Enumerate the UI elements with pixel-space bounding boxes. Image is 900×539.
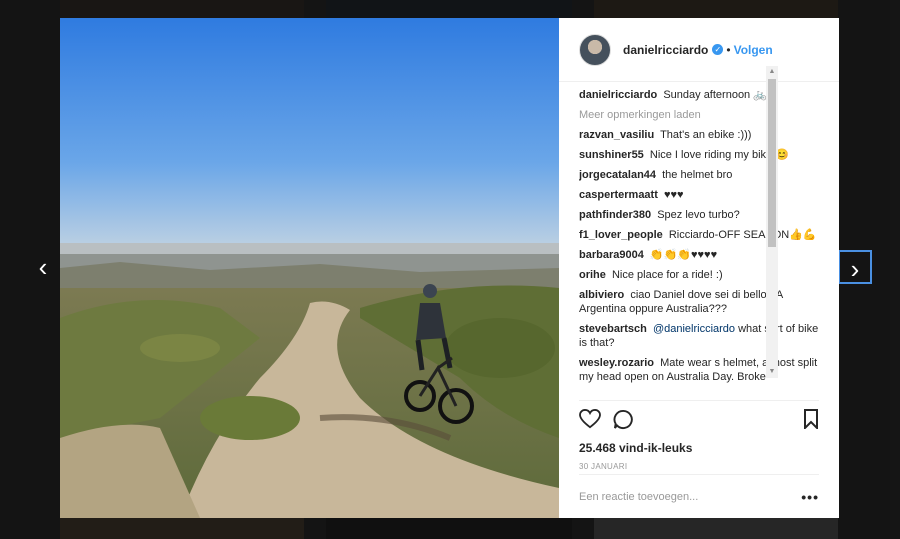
comments-list[interactable]: danielricciardo Sunday afternoon 🚲 Meer … bbox=[579, 88, 825, 400]
comment-username[interactable]: caspertermaatt bbox=[579, 189, 658, 201]
comment-username[interactable]: sunshiner55 bbox=[579, 149, 644, 161]
comment-item: pathfinder380 Spez levo turbo? bbox=[579, 208, 825, 222]
comment-username[interactable]: wesley.rozario bbox=[579, 357, 654, 369]
post-date: 30 JANUARI bbox=[579, 462, 628, 471]
comment-mention-link[interactable]: @danielricciardo bbox=[653, 323, 735, 335]
comment-item: caspertermaatt ♥♥♥ bbox=[579, 188, 825, 202]
comment-item: jorgecatalan44 the helmet bro bbox=[579, 168, 825, 182]
comments-scrollbar[interactable]: ▲ ▼ bbox=[766, 66, 778, 378]
add-comment-bar: ••• bbox=[579, 474, 819, 518]
post-modal: danielricciardo ✓ • Volgen danielricciar… bbox=[60, 18, 839, 518]
bookmark-icon[interactable] bbox=[803, 409, 819, 434]
load-more-comments-button[interactable]: Meer opmerkingen laden bbox=[579, 108, 825, 122]
likes-count[interactable]: 25.468 vind-ik-leuks bbox=[579, 441, 819, 455]
comment-item: orihe Nice place for a ride! :) bbox=[579, 268, 825, 282]
comment-item: f1_lover_people Ricciardo-OFF SEASON👍💪 bbox=[579, 228, 825, 242]
action-icons bbox=[579, 407, 819, 437]
comment-text: 👏👏👏♥♥♥♥ bbox=[649, 249, 718, 261]
more-options-icon[interactable]: ••• bbox=[801, 489, 819, 505]
heart-outline-icon[interactable] bbox=[579, 408, 601, 434]
scroll-up-arrow-icon[interactable]: ▲ bbox=[766, 66, 778, 78]
speech-bubble-icon[interactable] bbox=[613, 409, 634, 435]
comment-text: Spez levo turbo? bbox=[657, 209, 740, 221]
post-author-username[interactable]: danielricciardo bbox=[623, 43, 708, 57]
comment-username[interactable]: albiviero bbox=[579, 289, 624, 301]
post-photo[interactable] bbox=[60, 18, 559, 518]
chevron-right-icon: › bbox=[850, 254, 860, 284]
caption-username[interactable]: danielricciardo bbox=[579, 89, 657, 101]
comment-item: razvan_vasiliu That's an ebike :))) bbox=[579, 128, 825, 142]
comment-item: wesley.rozario Mate wear s helmet, almos… bbox=[579, 356, 825, 384]
comment-username[interactable]: barbara9004 bbox=[579, 249, 644, 261]
caption: danielricciardo Sunday afternoon 🚲 bbox=[579, 88, 825, 102]
comment-username[interactable]: f1_lover_people bbox=[579, 229, 663, 241]
separator-dot: • bbox=[726, 42, 731, 57]
comment-item: sunshiner55 Nice I love riding my bike 😊 bbox=[579, 148, 825, 162]
post-sidebar: danielricciardo ✓ • Volgen danielricciar… bbox=[559, 18, 839, 518]
avatar[interactable] bbox=[579, 33, 611, 66]
comment-text: ♥♥♥ bbox=[663, 189, 684, 201]
comment-username[interactable]: razvan_vasiliu bbox=[579, 129, 654, 141]
comment-item: barbara9004 👏👏👏♥♥♥♥ bbox=[579, 248, 825, 262]
scrollbar-thumb[interactable] bbox=[768, 79, 776, 247]
follow-button[interactable]: Volgen bbox=[734, 43, 773, 57]
comment-text: That's an ebike :))) bbox=[660, 129, 752, 141]
post-header: danielricciardo ✓ • Volgen bbox=[559, 18, 839, 82]
comment-item: albiviero ciao Daniel dove sei di bello … bbox=[579, 288, 825, 316]
comment-username[interactable]: stevebartsch bbox=[579, 323, 647, 335]
post-image bbox=[60, 18, 559, 518]
scroll-down-arrow-icon[interactable]: ▼ bbox=[766, 366, 778, 378]
comment-text: the helmet bro bbox=[662, 169, 733, 181]
comment-item: stevebartsch @danielricciardo what sort … bbox=[579, 322, 825, 350]
caption-text: Sunday afternoon 🚲 bbox=[663, 89, 767, 101]
previous-post-button[interactable]: ‹ bbox=[26, 250, 60, 284]
next-post-button[interactable]: › bbox=[838, 250, 872, 284]
add-comment-input[interactable] bbox=[579, 490, 779, 503]
comment-text: Nice place for a ride! :) bbox=[611, 269, 723, 281]
comment-username[interactable]: pathfinder380 bbox=[579, 209, 651, 221]
chevron-left-icon: ‹ bbox=[38, 252, 48, 282]
comment-username[interactable]: jorgecatalan44 bbox=[579, 169, 656, 181]
comment-text: Ricciardo-OFF SEASON👍💪 bbox=[668, 229, 817, 241]
comment-username[interactable]: orihe bbox=[579, 269, 606, 281]
verified-badge-icon: ✓ bbox=[712, 44, 724, 55]
post-actions: 25.468 vind-ik-leuks 30 JANUARI bbox=[579, 400, 819, 471]
